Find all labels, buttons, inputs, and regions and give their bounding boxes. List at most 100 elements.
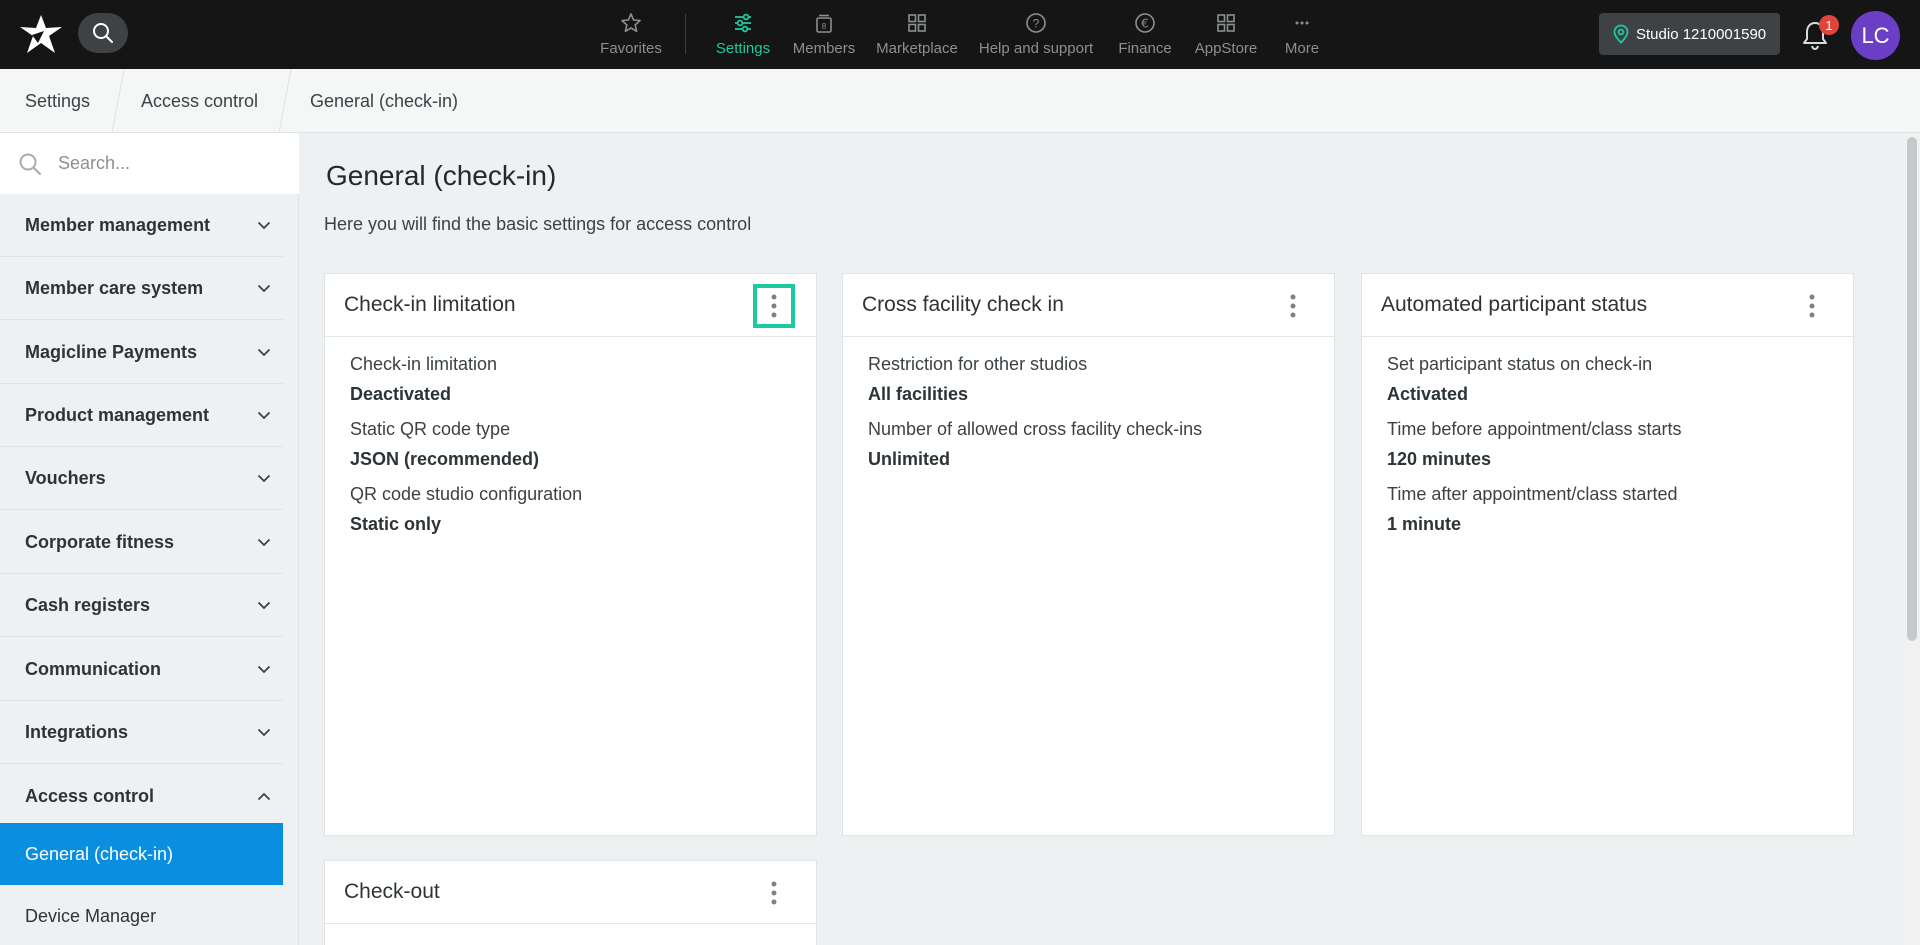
sidebar-item-access-control[interactable]: Access control: [0, 765, 283, 828]
sliders-icon: [732, 10, 754, 36]
sidebar-item-label: Corporate fitness: [25, 531, 175, 552]
help-icon: ?: [1025, 10, 1047, 36]
sidebar-item-label: Cash registers: [25, 594, 151, 615]
sidebar-item-label: Magicline Payments: [25, 341, 198, 362]
sidebar-subitem-general-check-in[interactable]: General (check-in): [0, 823, 283, 885]
nav-members[interactable]: 8 Members: [786, 0, 862, 69]
breadcrumb-access-control[interactable]: Access control: [141, 69, 258, 133]
field-value: All facilities: [868, 384, 969, 404]
nav-favorites-label: Favorites: [600, 40, 662, 57]
chevron-down-icon: [245, 601, 283, 610]
sidebar-item-label: Access control: [25, 786, 155, 806]
star-logo-icon[interactable]: [18, 13, 64, 55]
card-header: Check-in limitation: [325, 274, 816, 337]
sidebar-item-vouchers[interactable]: Vouchers: [0, 447, 283, 510]
sidebar-item-integrations[interactable]: Integrations: [0, 701, 283, 764]
chevron-down-icon: [245, 538, 283, 547]
card-menu-kebab-icon[interactable]: [753, 284, 795, 328]
nav-divider: [685, 14, 686, 54]
nav-favorites[interactable]: Favorites: [591, 0, 671, 69]
breadcrumb-general-check-in: General (check-in): [310, 90, 459, 111]
sidebar-item-cash-registers[interactable]: Cash registers: [0, 574, 283, 637]
card-cross-facility-check-in: Cross facility check in Restriction for …: [842, 273, 1335, 836]
sidebar-item-member-care-system[interactable]: Member care system: [0, 257, 283, 320]
field-label: Time before appointment/class starts: [1387, 419, 1682, 439]
breadcrumb: Settings Access control General (check-i…: [0, 69, 1920, 133]
nav-marketplace[interactable]: Marketplace: [872, 0, 962, 69]
field-value: 120 minutes: [1387, 449, 1492, 469]
nav-settings-label: Settings: [715, 40, 771, 57]
field-label: Number of allowed cross facility check-i…: [868, 419, 1203, 439]
chevron-up-icon: [245, 792, 283, 801]
search-icon: [19, 153, 41, 175]
sidebar-search: [0, 133, 299, 194]
nav-finance-label: Finance: [1118, 40, 1172, 57]
card-check-in-limitation: Check-in limitation Check-in limitation …: [324, 273, 817, 836]
card-check-out: Check-out: [324, 860, 817, 945]
card-menu-kebab-icon[interactable]: [753, 871, 795, 915]
more-icon: [1291, 10, 1313, 36]
chevron-down-icon: [245, 728, 283, 737]
nav-appstore-label: AppStore: [1194, 40, 1258, 57]
sidebar-item-communication[interactable]: Communication: [0, 638, 283, 701]
field-value: 1 minute: [1387, 514, 1462, 534]
field-label: Restriction for other studios: [868, 354, 1088, 374]
field-label: QR code studio configuration: [350, 484, 583, 504]
field-label: Set participant status on check-in: [1387, 354, 1653, 374]
apps-icon: [1215, 10, 1237, 36]
chevron-down-icon: [245, 284, 283, 293]
nav-more-label: More: [1284, 40, 1320, 57]
card-body: Restriction for other studios All facili…: [868, 349, 1202, 479]
card-title: Check-in limitation: [344, 293, 516, 316]
svg-text:8: 8: [822, 22, 827, 31]
nav-finance[interactable]: € Finance: [1109, 0, 1181, 69]
user-avatar[interactable]: LC: [1851, 11, 1900, 60]
field-value: JSON (recommended): [350, 449, 540, 469]
nav-appstore[interactable]: AppStore: [1190, 0, 1262, 69]
card-body: Set participant status on check-in Activ…: [1387, 349, 1681, 544]
sidebar-search-input[interactable]: [58, 153, 278, 174]
page-scrollbar-thumb[interactable]: [1907, 137, 1917, 641]
sidebar-item-corporate-fitness[interactable]: Corporate fitness: [0, 511, 283, 574]
top-navigation-bar: Favorites Settings 8 Members Marketplace…: [0, 0, 1920, 69]
page-title: General (check-in): [326, 160, 557, 191]
field-value: Static only: [350, 514, 442, 534]
sidebar-item-label: Member management: [25, 214, 211, 235]
euro-icon: €: [1134, 10, 1156, 36]
nav-marketplace-label: Marketplace: [876, 40, 958, 57]
sidebar-item-member-management[interactable]: Member management: [0, 194, 283, 257]
members-icon: 8: [813, 10, 835, 36]
nav-more[interactable]: More: [1272, 0, 1332, 69]
chevron-down-icon: [245, 348, 283, 357]
location-pin-icon: [1613, 24, 1629, 44]
breadcrumb-settings[interactable]: Settings: [25, 69, 90, 133]
field-value: Activated: [1387, 384, 1469, 404]
sidebar-item-product-management[interactable]: Product management: [0, 384, 283, 447]
card-header: Check-out: [325, 861, 816, 924]
chevron-down-icon: [245, 221, 283, 230]
field-label: Static QR code type: [350, 419, 511, 439]
sidebar-item-magicline-payments[interactable]: Magicline Payments: [0, 321, 283, 384]
card-menu-kebab-icon[interactable]: [1272, 284, 1314, 328]
nav-help-label: Help and support: [978, 40, 1094, 57]
card-title: Automated participant status: [1381, 293, 1648, 316]
studio-selector-button[interactable]: Studio 1210001590: [1599, 13, 1780, 55]
card-menu-kebab-icon[interactable]: [1791, 284, 1833, 328]
nav-settings[interactable]: Settings: [708, 0, 778, 69]
svg-text:?: ?: [1033, 17, 1040, 31]
page-description: Here you will find the basic settings fo…: [324, 214, 752, 234]
breadcrumb-separator: [278, 69, 292, 133]
card-title: Check-out: [344, 880, 440, 903]
card-title: Cross facility check in: [862, 293, 1064, 316]
nav-help-and-support[interactable]: ? Help and support: [974, 0, 1098, 69]
sidebar-item-label: Product management: [25, 404, 210, 425]
nav-members-label: Members: [792, 40, 856, 57]
sidebar-subitem-device-manager[interactable]: Device Manager: [0, 885, 283, 945]
card-body: Check-in limitation Deactivated Static Q…: [350, 349, 582, 544]
studio-label: Studio 1210001590: [1636, 25, 1767, 43]
chevron-down-icon: [245, 474, 283, 483]
field-value: Unlimited: [868, 449, 951, 469]
search-icon: [93, 23, 113, 43]
sidebar-item-label: Communication: [25, 658, 162, 679]
global-search-button[interactable]: [78, 13, 128, 53]
